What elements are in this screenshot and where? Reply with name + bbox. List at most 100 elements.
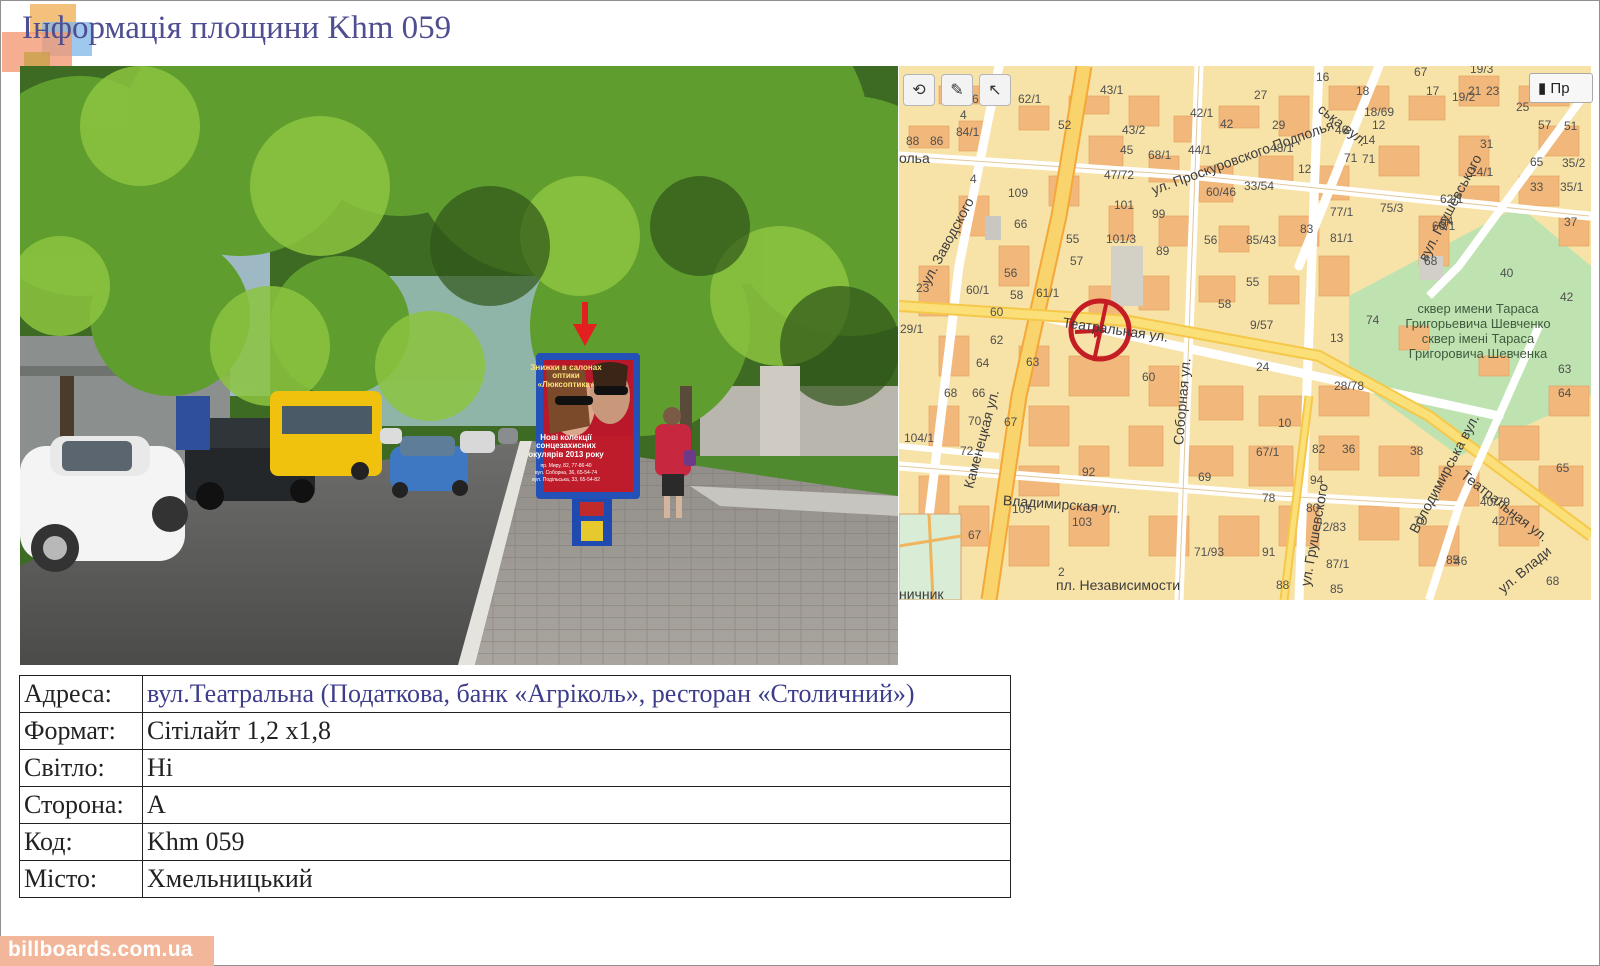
light-value: Ні [142,749,1011,787]
building-number: 10 [1278,416,1292,430]
map-traffic-button[interactable]: ▮ Пр [1529,73,1593,103]
building-number: 70 [1414,514,1428,528]
building-number: 68/1 [1148,148,1172,162]
building-number: 18/69 [1364,105,1395,119]
building-number: 69 [1198,470,1212,484]
street-label: ул. Проскуровского Подполья [1149,116,1336,198]
building-number: 88 [1276,578,1290,592]
street-label: ольа [899,150,930,166]
building-number: 55 [1246,275,1260,289]
building-number: 66 [1014,217,1028,231]
building-number: 45 [1120,143,1134,157]
format-value: Сітілайт 1,2 х1,8 [142,712,1011,750]
building-number: 56 [1204,233,1218,247]
building-number: 88 [906,134,920,148]
building-number: 28/78 [1334,379,1365,393]
building-number: 52 [1058,118,1072,132]
street-label: ул. Заводского [917,194,977,287]
building-number: 38 [1410,444,1424,458]
building-number: 33/54 [1244,179,1275,193]
building-number: 67 [1414,66,1428,79]
building-number: 81/1 [1330,231,1354,245]
info-table: Адреса: вул.Театральна (Податкова, банк … [19,675,1011,898]
building-number: 17 [1426,84,1440,98]
building-number: 105 [1012,502,1033,516]
info-key: Код: [19,823,143,861]
citylight-address-3: вул. Подільська, 33, 65-54-82 [532,477,600,483]
building-number: 4 [960,108,967,122]
page-title: Інформація площини Khm 059 [22,10,452,46]
building-number: 58 [1010,288,1024,302]
building-number: 61/1 [1036,286,1060,300]
building-number: 57 [1538,118,1552,132]
street-label: Соборная ул. [1170,357,1194,446]
building-number: 71/93 [1194,545,1225,559]
building-number: 103 [1072,515,1093,529]
building-number: 85 [1330,582,1344,596]
building-number: 35/1 [1560,180,1584,194]
building-number: 9/57 [1250,318,1274,332]
building-number: 47/72 [1104,168,1135,182]
building-number: 67 [1004,415,1018,429]
map-tool-3[interactable]: ↖ [979,74,1011,106]
building-number: 72 [960,444,974,458]
street-label: Каменецкая ул. [960,388,1002,491]
building-number: 2 [1058,565,1065,579]
building-number: 27 [1254,88,1268,102]
building-number: 29 [1272,118,1286,132]
footer-brand-link[interactable]: billboards.com.ua [8,938,193,962]
park-label-line-1: сквер имени Тараса [1417,301,1539,316]
traffic-light-icon: ▮ [1538,80,1551,97]
code-value: Khm 059 [142,823,1011,861]
building-number: 62/1 [1018,92,1042,106]
map-tool-2[interactable]: ✎ [941,74,973,106]
building-number: 84/1 [956,125,980,139]
address-value: вул.Театральна (Податкова, банк «Агрікол… [142,675,1011,713]
building-number: 46 [1335,123,1349,137]
info-row-code: Код: Khm 059 [19,823,1011,861]
building-number: 63 [1026,355,1040,369]
building-number: 48/1 [1270,141,1294,155]
info-row-city: Місто: Хмельницький [19,860,1011,898]
building-number: 37 [1564,215,1578,229]
street-label: Театральная ул. [1061,314,1170,345]
building-number: 24 [1256,360,1270,374]
building-number: 56 [1004,266,1018,280]
building-number: 85/43 [1246,233,1277,247]
building-number: 71 [1344,151,1358,165]
building-number: 109 [1008,186,1029,200]
building-number: 63 [1558,362,1572,376]
building-number: 35/2 [1562,156,1586,170]
building-number: 94 [1310,473,1324,487]
citylight-address-1: пр. Миру, 82, 77-86-40 [540,463,592,469]
park-label-line-2: Григорьевича Шевченко [1405,315,1551,331]
building-number: 87/1 [1326,557,1350,571]
info-row-address: Адреса: вул.Театральна (Податкова, банк … [19,675,1011,713]
street-label: ничник [899,586,944,600]
building-number: 43/2 [1122,123,1146,137]
building-number: 67/1 [1256,445,1280,459]
building-number: 60 [1142,370,1156,384]
building-number: 44/1 [1188,143,1212,157]
building-number: 40/79 [1480,495,1511,509]
building-number: 91 [1262,545,1276,559]
building-number: 101/3 [1106,232,1137,246]
side-value: А [142,786,1011,824]
street-label: ул. Влади [1494,542,1555,597]
map-toolbar: ⟲ ✎ ↖ [903,74,1011,106]
building-number: 23 [916,281,930,295]
building-number: 82 [1312,442,1326,456]
citylight-address-2: вул. Соборна, 36, 65-54-74 [534,470,598,476]
building-number: 23 [1486,84,1500,98]
park-label: сквер имени Тараса Григорьевича Шевченко… [1378,301,1578,362]
building-number: 64 [1558,386,1572,400]
building-number: 60/1 [966,283,990,297]
info-row-light: Світло: Ні [19,749,1011,787]
building-number: 72/83 [1316,520,1347,534]
info-key: Світло: [19,749,143,787]
park-label-line-4: Григоровича Шевченка [1408,345,1548,361]
building-number: 60 [990,305,1004,319]
map-tool-1[interactable]: ⟲ [903,74,935,106]
building-number: 16 [1316,70,1330,84]
citylight-headline: Знижки в салонах оптики «Люксоптика» [530,363,602,389]
